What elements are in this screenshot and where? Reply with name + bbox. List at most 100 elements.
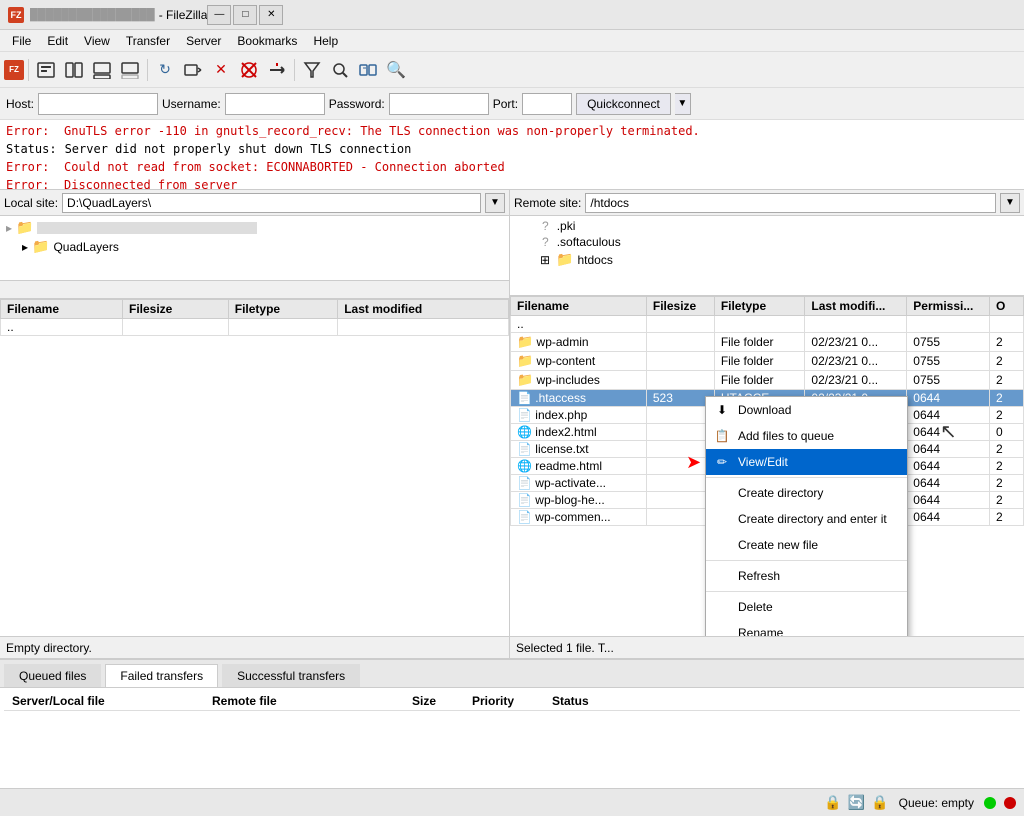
log-label-3: Error: [6, 158, 56, 176]
local-path-input[interactable] [62, 193, 481, 213]
password-input[interactable] [389, 93, 489, 115]
remote-tree-htdocs[interactable]: ⊞ 📁 htdocs [512, 250, 1022, 269]
toolbar-toggle-panels[interactable] [61, 57, 87, 83]
ctx-download[interactable]: ⬇ Download [706, 397, 907, 423]
toolbar: FZ ↻ ✕ 🔍 [0, 52, 1024, 88]
toolbar-process-queue[interactable] [180, 57, 206, 83]
ctx-create-file[interactable]: Create new file [706, 532, 907, 558]
toolbar-cancel[interactable]: ✕ [208, 57, 234, 83]
lock-icon-1: 🔒 [824, 794, 841, 811]
context-menu: ⬇ Download 📋 Add files to queue ✏ View/E… [705, 396, 908, 636]
ctx-delete[interactable]: Delete [706, 594, 907, 620]
queue-header: Server/Local file Remote file Size Prior… [4, 692, 1020, 711]
local-path-dropdown[interactable]: ▼ [485, 193, 505, 213]
remote-file-row-wpadmin[interactable]: 📁 wp-admin File folder 02/23/21 0... 075… [511, 333, 1024, 352]
title-text: - FileZilla [159, 8, 208, 22]
refresh-icon [714, 568, 730, 584]
queue-col-server-local: Server/Local file [4, 692, 204, 710]
col-filesize[interactable]: Filesize [123, 300, 229, 319]
toolbar-toggle-log[interactable] [89, 57, 115, 83]
toolbar-finder[interactable]: 🔍 [383, 57, 409, 83]
remote-tree-pki[interactable]: ? .pki [512, 218, 1022, 234]
local-file-size [123, 319, 229, 336]
menu-edit[interactable]: Edit [39, 32, 76, 50]
tab-queued-files[interactable]: Queued files [4, 664, 101, 687]
create-dir-enter-icon [714, 511, 730, 527]
remote-file-row-wpincludes[interactable]: 📁 wp-includes File folder 02/23/21 0... … [511, 371, 1024, 390]
ctx-view-edit[interactable]: ✏ View/Edit ➤ [706, 449, 907, 475]
ctx-delete-label: Delete [738, 600, 773, 614]
toolbar-new-connection[interactable] [33, 57, 59, 83]
toolbar-toggle-queue[interactable] [117, 57, 143, 83]
queue-content: Server/Local file Remote file Size Prior… [0, 688, 1024, 788]
remote-file-row-parent[interactable]: .. [511, 316, 1024, 333]
local-files-panel[interactable]: Filename Filesize Filetype Last modified… [0, 299, 509, 636]
ctx-rename[interactable]: Rename [706, 620, 907, 636]
tab-failed-transfers[interactable]: Failed transfers [105, 664, 218, 687]
queue-col-remote-file: Remote file [204, 692, 404, 710]
remote-col-filename[interactable]: Filename [511, 297, 647, 316]
remote-col-perms[interactable]: Permissi... [907, 297, 990, 316]
toolbar-app-icon: FZ [4, 60, 24, 80]
remote-col-filetype[interactable]: Filetype [714, 297, 805, 316]
remote-path-dropdown[interactable]: ▼ [1000, 193, 1020, 213]
log-line-4: Error: Disconnected from server [6, 176, 1018, 190]
local-pane: Local site: ▼ ▸ 📁 ▸ 📁 QuadLayers [0, 190, 510, 658]
log-label-2: Status: [6, 140, 57, 158]
ctx-add-to-queue[interactable]: 📋 Add files to queue [706, 423, 907, 449]
toolbar-refresh[interactable]: ↻ [152, 57, 178, 83]
toolbar-disconnect[interactable] [264, 57, 290, 83]
log-line-2: Status: Server did not properly shut dow… [6, 140, 1018, 158]
remote-status-text: Selected 1 file. T... [516, 641, 614, 655]
local-tree[interactable]: ▸ 📁 ▸ 📁 QuadLayers [0, 216, 509, 281]
menu-help[interactable]: Help [305, 32, 346, 50]
col-filename[interactable]: Filename [1, 300, 123, 319]
ctx-sep-2 [706, 560, 907, 561]
menu-view[interactable]: View [76, 32, 118, 50]
local-hscroll[interactable] [0, 281, 509, 299]
local-tree-item-quadlayers[interactable]: ▸ 📁 QuadLayers [2, 237, 507, 256]
quickconnect-button[interactable]: Quickconnect [576, 93, 671, 115]
ctx-create-dir-enter[interactable]: Create directory and enter it [706, 506, 907, 532]
close-button[interactable]: ✕ [259, 5, 283, 25]
local-tree-item-blurred[interactable]: ▸ 📁 [2, 218, 507, 237]
remote-files-panel[interactable]: Filename Filesize Filetype Last modifi..… [510, 296, 1024, 636]
col-lastmod[interactable]: Last modified [338, 300, 509, 319]
ctx-refresh[interactable]: Refresh [706, 563, 907, 589]
host-input[interactable] [38, 93, 158, 115]
minimize-button[interactable]: — [207, 5, 231, 25]
remote-tree-softaculous[interactable]: ? .softaculous [512, 234, 1022, 250]
sync-icon: 🔄 [848, 794, 865, 811]
main-panes: Local site: ▼ ▸ 📁 ▸ 📁 QuadLayers [0, 190, 1024, 658]
toolbar-filter[interactable] [299, 57, 325, 83]
toolbar-cancel-all[interactable] [236, 57, 262, 83]
tab-successful-transfers[interactable]: Successful transfers [222, 664, 360, 687]
local-file-row-parent[interactable]: .. [1, 319, 509, 336]
remote-file-row-wpcontent[interactable]: 📁 wp-content File folder 02/23/21 0... 0… [511, 352, 1024, 371]
toolbar-compare[interactable] [355, 57, 381, 83]
quickconnect-dropdown[interactable]: ▼ [675, 93, 691, 115]
remote-col-filesize[interactable]: Filesize [646, 297, 714, 316]
local-site-label: Local site: [4, 196, 58, 210]
queue-col-status: Status [544, 692, 1020, 710]
statusbar: 🔒 🔄 🔒 Queue: empty [0, 788, 1024, 816]
remote-tree[interactable]: ? .pki ? .softaculous ⊞ 📁 htdocs [510, 216, 1024, 296]
menu-server[interactable]: Server [178, 32, 229, 50]
ctx-create-dir-enter-label: Create directory and enter it [738, 512, 887, 526]
toolbar-sep-3 [294, 59, 295, 81]
menu-transfer[interactable]: Transfer [118, 32, 178, 50]
remote-col-lastmod[interactable]: Last modifi... [805, 297, 907, 316]
toolbar-search[interactable] [327, 57, 353, 83]
view-edit-icon: ✏ [714, 454, 730, 470]
remote-path-input[interactable] [585, 193, 996, 213]
menu-bookmarks[interactable]: Bookmarks [229, 32, 305, 50]
port-input[interactable] [522, 93, 572, 115]
col-filetype[interactable]: Filetype [228, 300, 337, 319]
log-line-1: Error: GnuTLS error -110 in gnutls_recor… [6, 122, 1018, 140]
status-dot-red [1004, 797, 1016, 809]
username-input[interactable] [225, 93, 325, 115]
menu-file[interactable]: File [4, 32, 39, 50]
maximize-button[interactable]: □ [233, 5, 257, 25]
ctx-create-dir[interactable]: Create directory [706, 480, 907, 506]
remote-col-owner[interactable]: O [990, 297, 1024, 316]
